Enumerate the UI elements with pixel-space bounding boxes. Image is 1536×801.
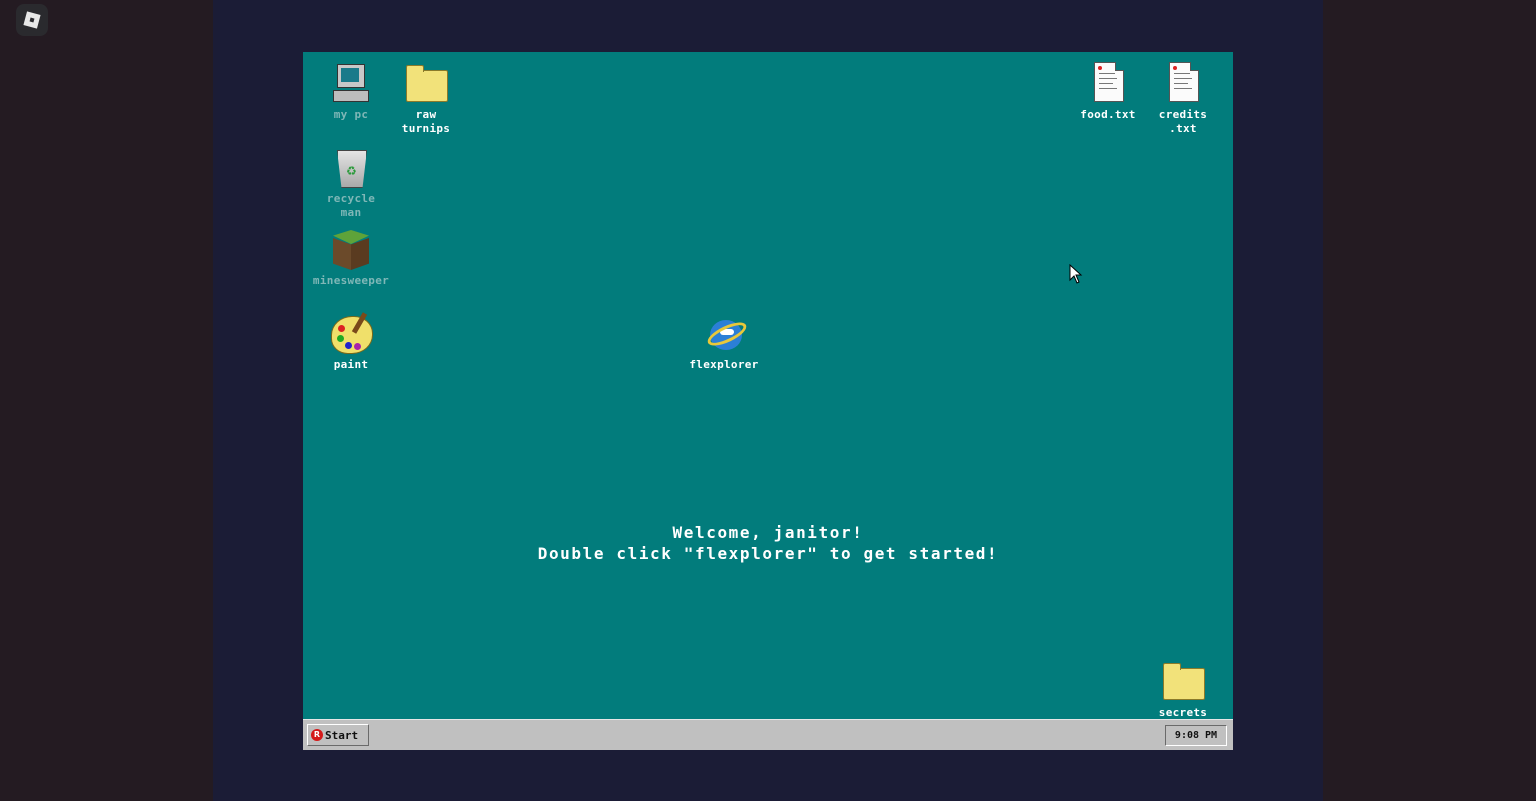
folder-icon <box>404 62 448 106</box>
roblox-logo-icon <box>23 11 41 29</box>
roblox-menu-button[interactable] <box>16 4 48 36</box>
icon-label: raw turnips <box>401 108 451 135</box>
icon-label: paint <box>333 358 369 371</box>
start-logo-icon: R <box>311 729 323 741</box>
icon-label: credits .txt <box>1158 108 1208 135</box>
computer-icon <box>329 62 373 106</box>
desktop-icon-minesweeper[interactable]: minesweeper <box>303 228 399 288</box>
icon-label: flexplorer <box>689 358 759 371</box>
grass-block-icon <box>329 228 373 272</box>
start-label: Start <box>325 728 359 742</box>
desktop: my pc raw turnips ♻ recycle man mineswee… <box>303 52 1233 749</box>
palette-icon <box>329 312 373 356</box>
icon-label: secrets <box>1158 706 1208 719</box>
desktop-icon-secrets[interactable]: secrets <box>1135 660 1231 720</box>
welcome-message: Welcome, janitor! Double click "flexplor… <box>303 522 1233 564</box>
welcome-line-2: Double click "flexplorer" to get started… <box>537 544 999 563</box>
taskbar: R Start 9:08 PM <box>303 719 1233 750</box>
start-button[interactable]: R Start <box>307 724 369 746</box>
desktop-icon-credits-txt[interactable]: credits .txt <box>1135 62 1231 136</box>
taskbar-clock: 9:08 PM <box>1165 725 1227 746</box>
folder-icon <box>1161 660 1205 704</box>
desktop-icon-raw-turnips[interactable]: raw turnips <box>378 62 474 136</box>
text-file-icon <box>1086 62 1130 106</box>
welcome-line-1: Welcome, janitor! <box>672 523 864 542</box>
desktop-icon-recycle-man[interactable]: ♻ recycle man <box>303 146 399 220</box>
icon-label: recycle man <box>326 192 376 219</box>
browser-icon <box>702 312 750 356</box>
desktop-icon-paint[interactable]: paint <box>303 312 399 372</box>
recycle-bin-icon: ♻ <box>329 146 373 190</box>
text-file-icon <box>1161 62 1205 106</box>
desktop-icon-flexplorer[interactable]: flexplorer <box>676 312 772 372</box>
icon-label: minesweeper <box>312 274 390 287</box>
